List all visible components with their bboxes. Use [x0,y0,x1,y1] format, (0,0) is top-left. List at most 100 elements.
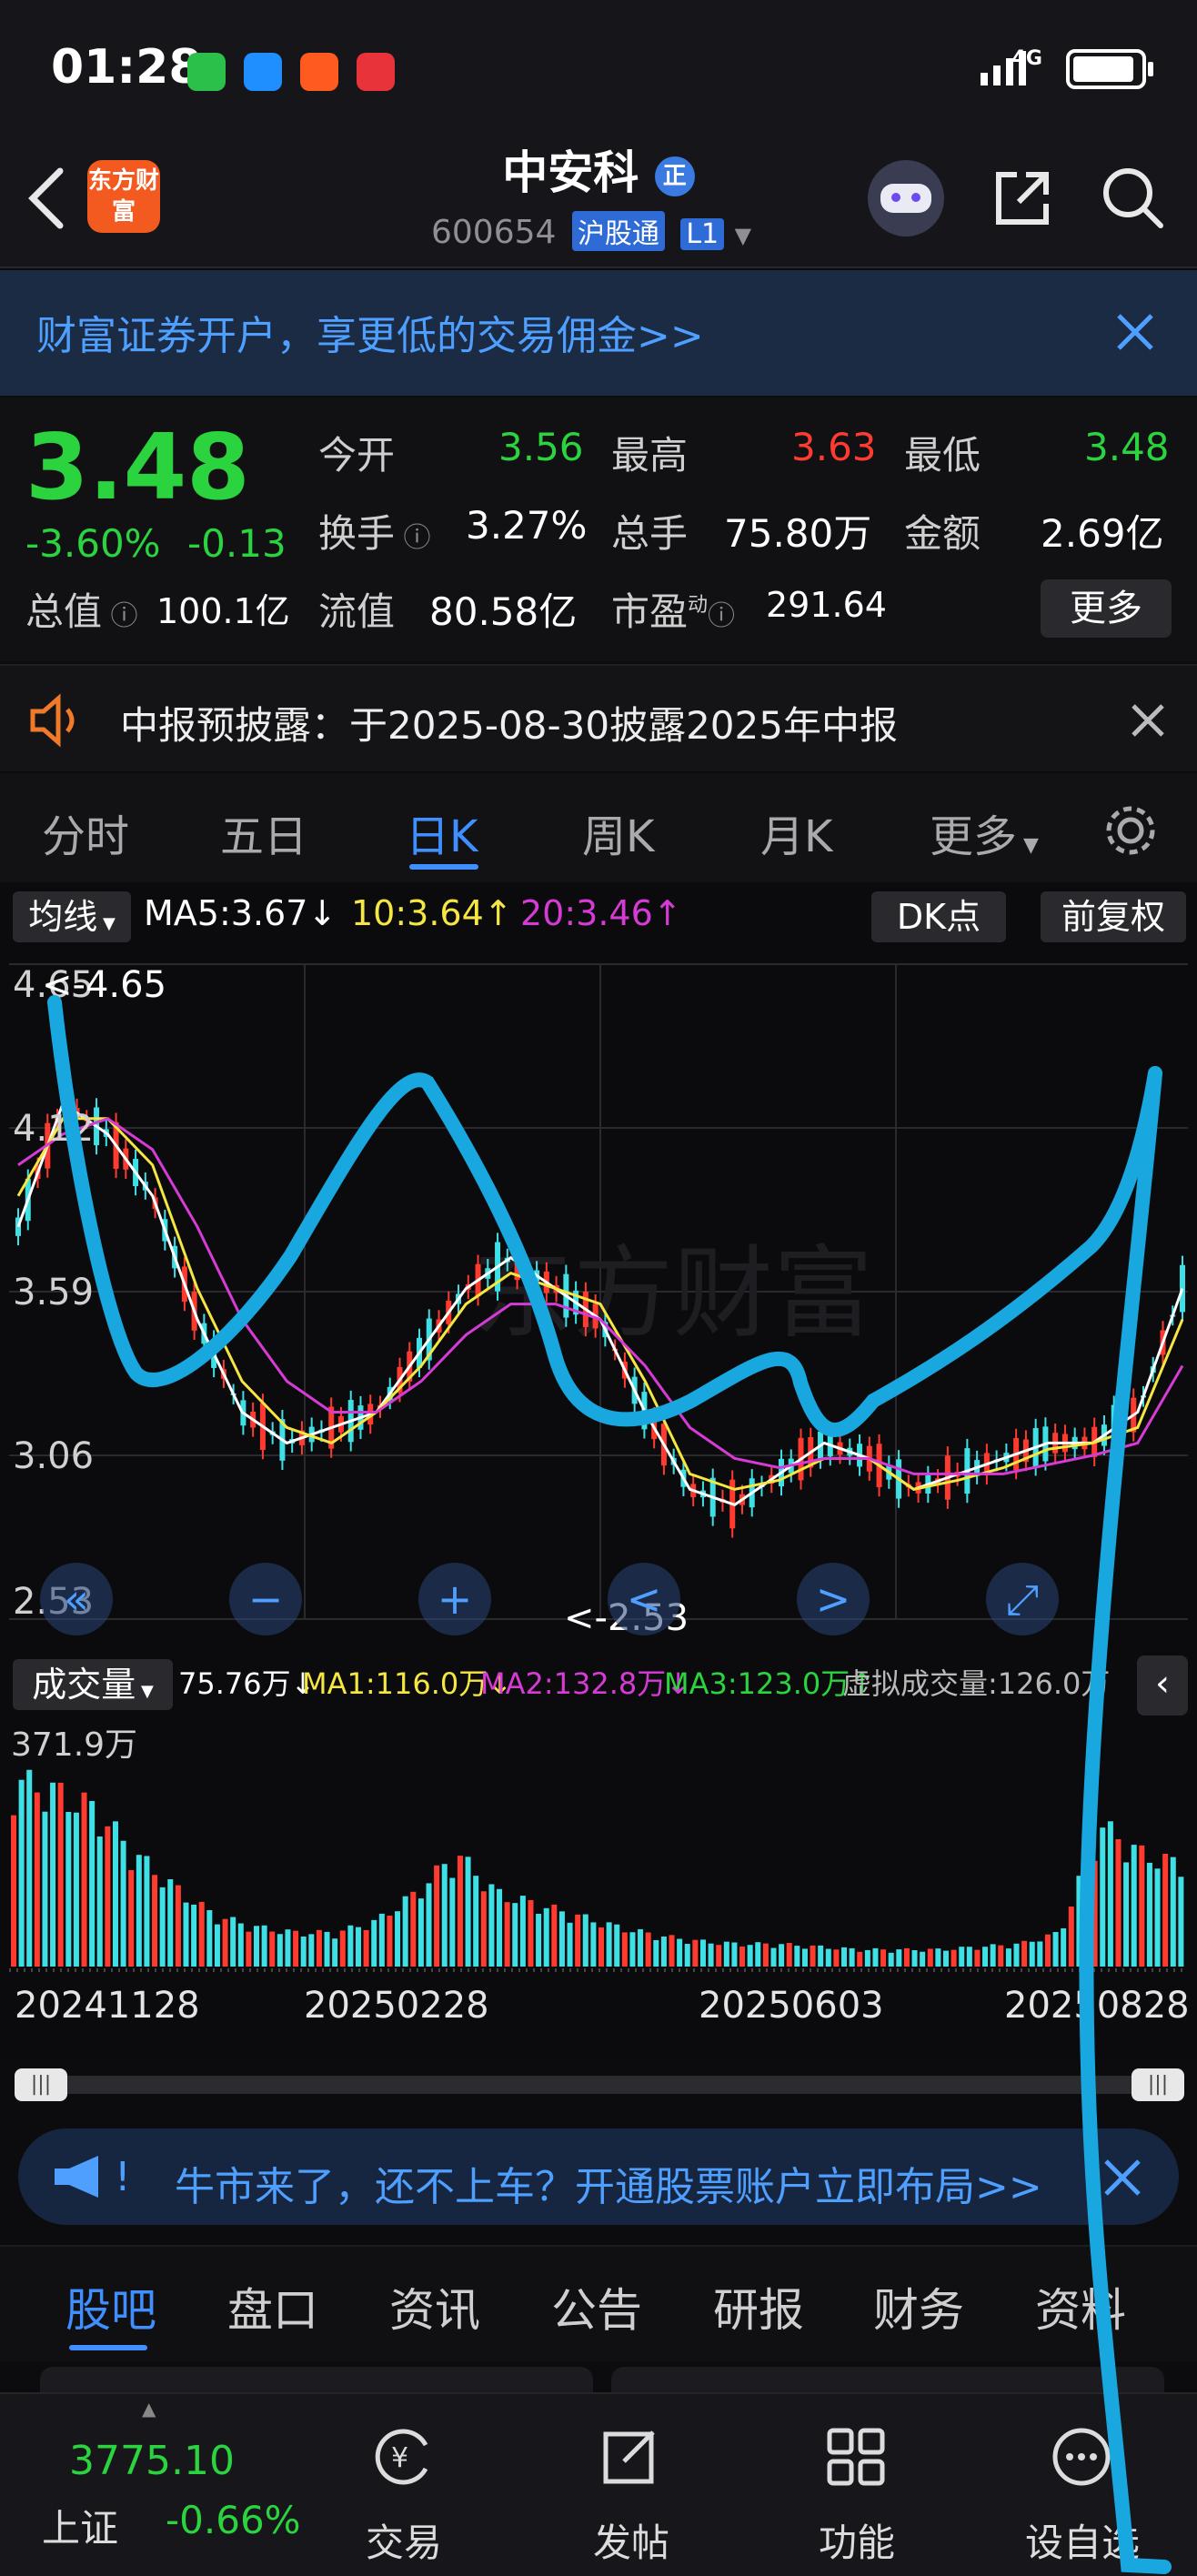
mktcap-label[interactable]: 总值 ⓘ [25,581,138,637]
price-chart[interactable]: 东方财富 4.654.123.593.062.53 <-4.65 <-2.53 [0,946,1197,1655]
tab-weekly-k[interactable]: 周K [582,800,654,864]
volume-bar [308,1934,315,1967]
volume-bar [990,1944,996,1967]
volume-bar [11,1815,16,1967]
tab-pankou[interactable]: 盘口 [227,2274,318,2340]
tab-announcements[interactable]: 公告 [551,2274,642,2340]
pan-left-button[interactable]: < [608,1563,680,1635]
dk-point-button[interactable]: DK点 [871,891,1006,942]
pe-label[interactable]: 市盈动ⓘ [611,581,735,637]
channel-tag: 沪股通 [571,211,665,251]
price-ticks: 4.654.123.593.062.53 [13,964,94,1623]
collapse-panel-button[interactable]: ‹ [1137,1655,1188,1716]
volume-bar [849,1947,855,1967]
share-icon [996,172,1049,225]
volume-bar [269,1931,276,1967]
zoom-left-far-button[interactable]: « [40,1563,113,1635]
account-banner[interactable]: 财富证券开户，享更低的交易佣金>> [0,270,1197,396]
volume-bar [81,1792,87,1967]
zoom-in-button[interactable]: + [418,1563,491,1635]
volume-bar [966,1947,972,1967]
notice-close-button[interactable] [1126,699,1170,742]
open-value: 3.56 [498,425,584,469]
zoom-out-button[interactable]: − [229,1563,302,1635]
volume-bar [543,1907,549,1967]
ma5-readout: MA5:3.67↓ [144,893,337,933]
volume-bar [598,1927,604,1967]
search-button[interactable] [1097,162,1170,235]
promo-badge: ! [115,2154,131,2200]
volume-bar [324,1931,330,1967]
volume-bar [1005,1948,1011,1967]
gear-icon[interactable] [1101,800,1161,860]
volume-bar [18,1779,25,1967]
volume-bar [935,1948,941,1967]
fullscreen-button[interactable]: ⤢ [986,1563,1059,1635]
tab-guba[interactable]: 股吧 [65,2274,156,2340]
stock-code-line[interactable]: 600654 沪股通 L1 ▼ [431,211,751,251]
nav-add-watchlist[interactable]: 设自选 [991,2394,1173,2576]
volume-bar [582,1914,588,1967]
nav-trade-label: 交易 [365,2521,442,2565]
range-scrollbar[interactable] [18,2076,1179,2094]
adjust-button[interactable]: 前复权 [1041,891,1186,942]
volume-bar [1021,1940,1028,1967]
speaker-icon [30,693,75,748]
volume-bar [26,1769,33,1967]
nav-functions[interactable]: 功能 [766,2394,948,2576]
turnover-label[interactable]: 换手 ⓘ [318,503,431,558]
caret-up-icon: ▲ [142,2398,156,2420]
range-handle-left[interactable]: ||| [15,2068,67,2101]
promo-close-button[interactable] [1097,2152,1148,2203]
nav-functions-label: 功能 [818,2521,895,2565]
x-tick-label: 20250228 [304,1985,489,2027]
tab-more[interactable]: 更多 ▼ [930,800,1039,864]
range-handle-right[interactable]: ||| [1132,2068,1184,2101]
turnover-label-text: 换手 [318,511,396,556]
account-promo-banner[interactable]: ! 牛市来了，还不上车？开通股票账户立即布局>> [18,2128,1179,2225]
banner-close-button[interactable] [1110,307,1161,357]
info-icon: ⓘ [708,600,736,632]
tab-five-day[interactable]: 五日 [220,800,307,864]
turnover-value: 3.27% [466,503,588,548]
volume-bar [402,1896,408,1967]
tab-research[interactable]: 研报 [713,2274,804,2340]
share-button[interactable] [986,162,1059,235]
index-ticker[interactable]: ▲ 3775.10 上证 -0.66% [18,2394,309,2576]
banner-text: 财富证券开户，享更低的交易佣金>> [36,313,704,359]
tab-profile[interactable]: 资料 [1035,2274,1126,2340]
volume-bar [864,1949,870,1967]
volume-bar [810,1945,816,1967]
nav-trade[interactable]: ¥ 交易 [313,2394,495,2576]
wechat-icon [187,53,226,91]
pan-right-button[interactable]: > [797,1563,870,1635]
volume-bar [261,1925,267,1967]
volume-bar [1123,1862,1130,1967]
tab-news[interactable]: 资讯 [389,2274,480,2340]
content-tabs: 股吧 盘口 资讯 公告 研报 财务 资料 [0,2245,1197,2361]
volume-max-label: 371.9万 [11,1726,137,1764]
volume-bar [1076,1876,1082,1967]
volume-chart[interactable]: 371.9万 [0,1719,1197,1983]
volume-bar [175,1885,181,1967]
volume-bar [716,1945,722,1967]
volume-bar [473,1876,479,1967]
tab-financials[interactable]: 财务 [873,2274,964,2340]
volume-bar [89,1800,96,1967]
disclosure-notice[interactable]: 中报预披露：于2025-08-30披露2025年中报 [0,664,1197,771]
volume-bar [222,1918,228,1967]
more-button[interactable]: 更多 [1041,579,1172,638]
nav-post[interactable]: 发帖 [540,2394,722,2576]
tab-monthly-k[interactable]: 月K [760,800,832,864]
volume-bar [794,1946,800,1967]
volume-selector[interactable]: 成交量 ▼ [13,1659,173,1710]
tab-intraday[interactable]: 分时 [42,800,129,864]
tab-more-label: 更多 [930,811,1018,862]
ai-assistant-icon[interactable] [868,160,944,236]
ma-selector[interactable]: 均线 ▼ [13,891,131,942]
edit-icon [603,2430,655,2484]
volume-bar [575,1914,581,1967]
tab-daily-k[interactable]: 日K [406,800,478,864]
volume-bar [167,1878,174,1967]
float-value: 80.58亿 [429,589,578,634]
